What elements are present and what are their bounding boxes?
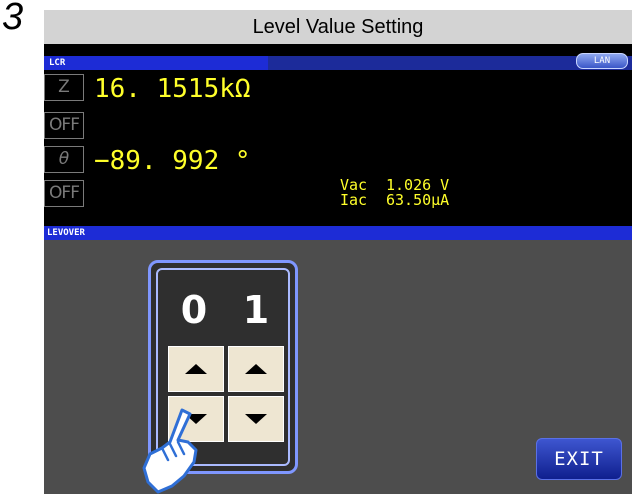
digit-tens: 0 xyxy=(180,288,208,332)
digit-ones-down-button[interactable] xyxy=(228,396,284,442)
setting-panel: 0 1 EXIT xyxy=(44,240,632,494)
iac-value: 63.50μA xyxy=(386,191,450,209)
pointing-hand-icon xyxy=(142,408,198,494)
dialog-title: Level Value Setting xyxy=(44,10,632,44)
arrow-down-icon xyxy=(245,414,267,424)
param-off-1: OFF xyxy=(44,112,84,139)
section-title: LEVOVER xyxy=(44,226,632,240)
step-number: 3 xyxy=(2,0,24,38)
param-symbol-z: Z xyxy=(44,74,84,101)
phase-value: −89. 992 ° xyxy=(94,146,251,176)
param-symbol-theta: θ xyxy=(44,146,84,173)
exit-button[interactable]: EXIT xyxy=(536,438,622,480)
param-off-2: OFF xyxy=(44,180,84,207)
digit-tens-up-button[interactable] xyxy=(168,346,224,392)
impedance-value: 16. 1515kΩ xyxy=(94,74,251,104)
lcr-tab[interactable]: LCR xyxy=(44,56,268,70)
arrow-up-icon xyxy=(245,364,267,374)
header-bar: LCR LAN xyxy=(44,53,632,70)
arrow-up-icon xyxy=(185,364,207,374)
instrument-screen: LCR LAN Z 16. 1515kΩ OFF θ −89. 992 ° OF… xyxy=(44,44,632,494)
digit-ones-up-button[interactable] xyxy=(228,346,284,392)
lan-badge: LAN xyxy=(576,53,628,69)
digit-ones: 1 xyxy=(242,288,270,332)
iac-label: Iac xyxy=(340,191,368,209)
